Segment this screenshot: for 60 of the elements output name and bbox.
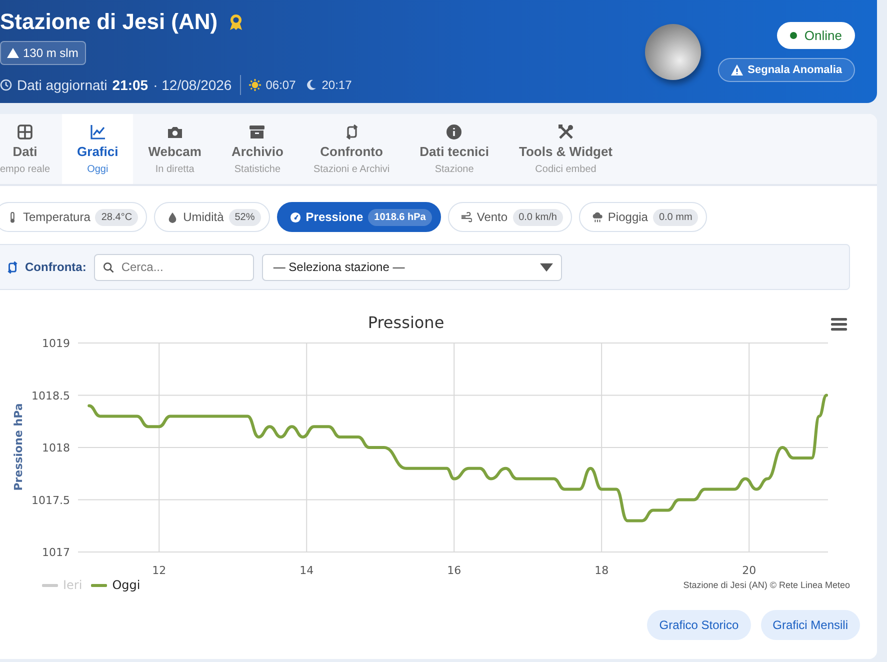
legend-item[interactable]: Oggi: [91, 578, 140, 592]
metric-tab[interactable]: Umidità 52%: [154, 202, 270, 232]
rain-icon: [592, 212, 603, 222]
nav-tab[interactable]: Confronto Stazioni e Archivi: [298, 114, 405, 184]
station-select[interactable]: — Seleziona stazione —: [262, 254, 562, 280]
updated-time: 21:05: [112, 76, 148, 92]
updated-date: · 12/08/2026: [153, 76, 232, 92]
nav-tab[interactable]: Webcam In diretta: [133, 114, 216, 184]
nav-tab[interactable]: Grafici Oggi: [62, 114, 134, 184]
caret-icon: [540, 262, 554, 272]
y-axis-label: 1018.5: [32, 389, 70, 402]
y-axis-label: 1017.5: [32, 494, 70, 507]
updated-label: Dati aggiornati: [17, 76, 108, 92]
x-axis-label: 20: [742, 564, 756, 577]
chart-link-button[interactable]: Grafici Mensili: [760, 610, 860, 640]
swap-icon: [6, 260, 19, 274]
metric-tab[interactable]: Temperatura 28.4°C: [0, 202, 148, 232]
nav-tab[interactable]: Archivio Statistiche: [216, 114, 298, 184]
report-anomaly-button[interactable]: Segnala Anomalia: [718, 58, 855, 82]
x-axis-label: 18: [594, 564, 609, 577]
y-axis-label: 1018: [42, 442, 70, 454]
online-status: Online: [777, 22, 855, 48]
altitude-badge: 130 m slm: [0, 40, 86, 64]
chart-title: Pressione: [368, 313, 444, 332]
moon-phase-icon: [644, 24, 701, 80]
tools-icon: [558, 124, 574, 140]
chart-icon: [90, 124, 106, 140]
gauge-icon: [290, 212, 301, 222]
nav-tab[interactable]: Dati tecnici Stazione: [404, 114, 504, 184]
search-field[interactable]: Cerca...: [94, 254, 254, 280]
info-icon: [446, 124, 462, 140]
nav-tab[interactable]: Tools & Widget Codici embed: [504, 114, 628, 184]
x-axis-label: 16: [447, 564, 462, 577]
sunset-time: 20:17: [322, 78, 352, 92]
compare-label: Confronta:: [25, 260, 86, 274]
metric-tab[interactable]: Pressione 1018.6 hPa: [276, 202, 441, 232]
x-axis-label: 12: [152, 564, 166, 577]
metric-tab[interactable]: Pioggia 0.0 mm: [578, 202, 708, 232]
y-axis-label: 1019: [42, 337, 70, 350]
swap-icon: [344, 124, 360, 140]
clock-icon: [0, 78, 12, 90]
sunrise-time: 06:07: [266, 78, 296, 92]
station-title: Stazione di Jesi (AN): [0, 8, 218, 34]
search-icon: [103, 262, 114, 272]
moon-icon: [304, 78, 317, 90]
y-axis-title: Pressione hPa: [12, 403, 25, 491]
sun-icon: [248, 78, 261, 90]
archive-icon: [249, 124, 266, 140]
metric-tab[interactable]: Vento 0.0 km/h: [448, 202, 572, 232]
grid-icon: [17, 124, 34, 140]
award-icon: [228, 12, 244, 30]
chart-credit: Stazione di Jesi (AN) © Rete Linea Meteo: [683, 580, 850, 590]
wind-icon: [460, 212, 472, 222]
menu-icon[interactable]: [831, 318, 847, 331]
drop-icon: [167, 212, 178, 222]
x-axis-label: 14: [300, 564, 314, 577]
chart-link-button[interactable]: Grafico Storico: [647, 610, 751, 640]
warning-icon: [730, 64, 743, 76]
y-axis-label: 1017: [42, 546, 70, 559]
nav-tab[interactable]: Dati empo reale: [0, 114, 62, 184]
